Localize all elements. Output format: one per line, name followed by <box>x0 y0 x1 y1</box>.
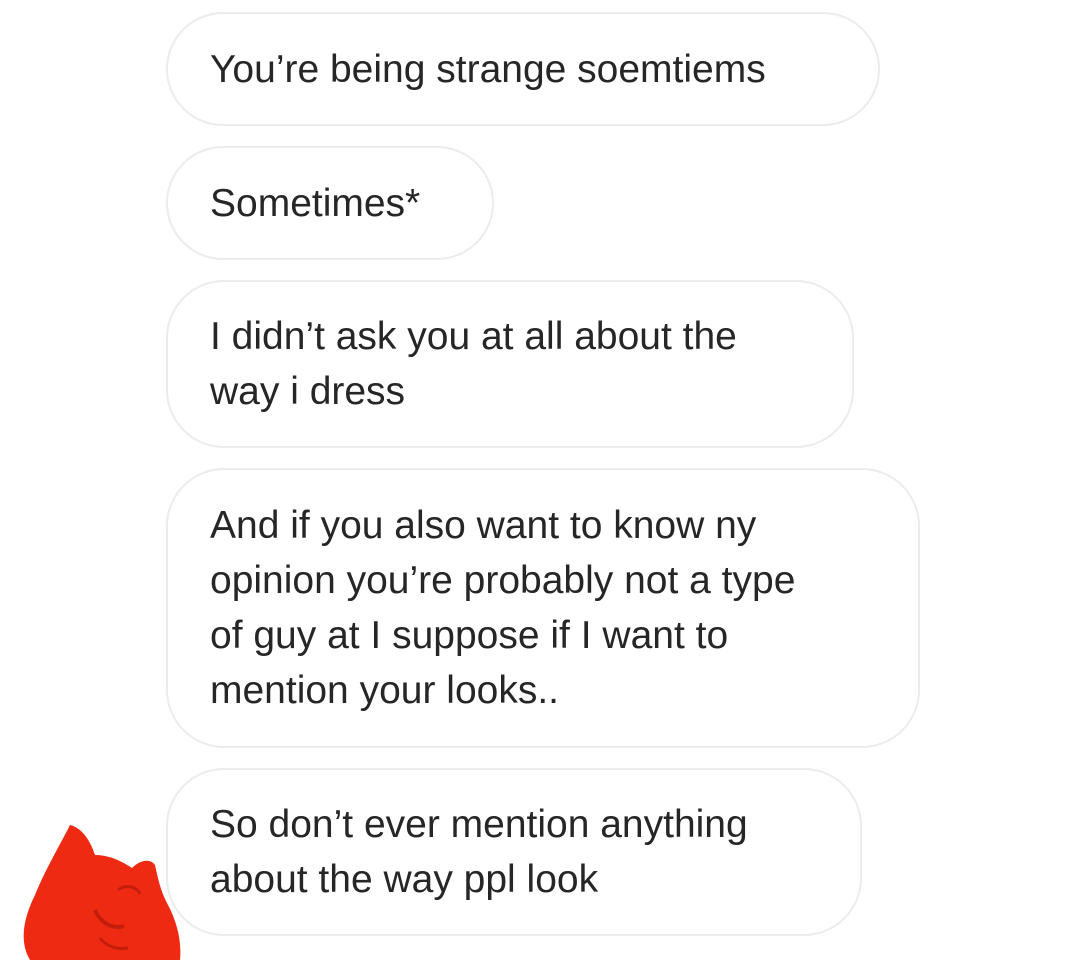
message-bubble[interactable]: And if you also want to know ny opinion … <box>166 468 920 748</box>
message-text: You’re being strange soemtiems <box>210 47 766 91</box>
message-text: So don’t ever mention anything about the… <box>210 803 748 901</box>
message-bubble[interactable]: You’re being strange soemtiems <box>166 12 880 126</box>
message-text: I didn’t ask you at all about the way i … <box>210 315 737 413</box>
message-bubble[interactable]: Sometimes* <box>166 146 494 260</box>
message-bubble[interactable]: I didn’t ask you at all about the way i … <box>166 280 854 448</box>
message-text: Sometimes* <box>210 181 421 225</box>
message-thread: You’re being strange soemtiems Sometimes… <box>0 0 1080 960</box>
redacted-avatar-scribble <box>23 825 181 960</box>
message-text: And if you also want to know ny opinion … <box>210 504 796 712</box>
message-bubble[interactable]: So don’t ever mention anything about the… <box>166 768 862 936</box>
